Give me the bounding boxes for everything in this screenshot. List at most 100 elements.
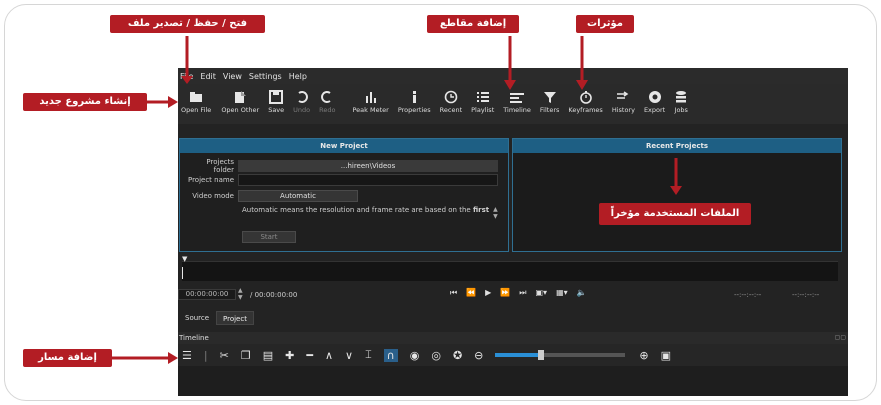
tab-source[interactable]: Source [180,311,214,325]
filters-label: Filters [539,106,560,114]
timecode-input[interactable]: 00:00:00:00 [178,289,236,300]
fast-forward-icon[interactable]: ⏩ [500,288,510,298]
grid-icon[interactable]: ▦▾ [556,288,568,298]
in-point-text: --:--:--:-- [734,291,762,299]
open-other-button[interactable]: Open Other [221,88,259,114]
keyframes-label: Keyframes [568,106,603,114]
video-mode-select[interactable]: Automatic [238,190,358,202]
peak-meter-label: Peak Meter [352,106,389,114]
jobs-button[interactable]: Jobs [674,88,688,114]
out-point-text: --:--:--:-- [792,291,820,299]
history-button[interactable]: History [612,88,635,114]
skip-end-icon[interactable]: ⏭ [519,288,526,298]
jobs-label: Jobs [674,106,688,114]
list-icon [476,88,490,106]
timeline-tracks-area[interactable] [178,366,848,396]
recent-projects-panel: Recent Projects [512,138,842,252]
playhead-marker-icon[interactable]: ▼ [182,255,187,263]
cut-icon[interactable]: ✂ [220,349,229,362]
player-tabs: Source Project [178,309,848,327]
skip-start-icon[interactable]: ⏮ [450,288,457,298]
paste-icon[interactable]: ▤ [263,349,273,362]
save-button[interactable]: Save [268,88,284,114]
transport-bar: 00:00:00:00 ▲ ▼ / 00:00:00:00 ⏮ ⏪ ▶ ⏩ ⏭ ▣… [178,284,848,306]
remove-icon[interactable]: ━ [306,349,313,362]
dock-buttons-icon[interactable]: ▢▢ [835,332,846,344]
timeline-title: Timeline [179,334,209,342]
timeline-icon [509,88,525,106]
overwrite-icon[interactable]: ∨ [345,349,353,362]
open-other-icon [233,88,247,106]
properties-label: Properties [397,106,431,114]
open-file-button[interactable]: Open File [181,88,211,114]
timeline-label: Timeline [503,106,531,114]
menu-file[interactable]: File [180,72,193,81]
copy-icon[interactable]: ❐ [241,349,251,362]
filters-button[interactable]: Filters [540,88,559,114]
projects-folder-label: Projects folder [206,158,234,174]
lift-icon[interactable]: ∧ [325,349,333,362]
redo-icon [320,88,334,106]
playlist-button[interactable]: Playlist [471,88,494,114]
zoom-out-icon[interactable]: ⊖ [474,349,483,362]
export-button[interactable]: Export [644,88,665,114]
recent-button[interactable]: Recent [440,88,462,114]
callout-filters: مؤثرات [576,15,634,33]
split-icon[interactable]: ⌶ [365,348,372,362]
snap-icon[interactable]: ∩ [383,348,398,362]
timeline-button[interactable]: Timeline [503,88,531,114]
peak-meter-button[interactable]: Peak Meter [352,88,389,114]
ripple-icon[interactable]: ◎ [431,349,441,362]
menu-settings[interactable]: Settings [249,72,282,81]
append-icon[interactable]: ✚ [285,349,294,362]
new-project-title: New Project [180,139,508,153]
menu-bar: File Edit View Settings Help [178,68,848,84]
start-button[interactable]: Start [242,231,296,243]
project-name-input[interactable] [238,174,498,186]
jobs-icon [674,88,688,106]
zoom-in-icon[interactable]: ⊕ [639,349,648,362]
open-file-label: Open File [181,106,212,114]
callout-add-clips: إضافة مقاطع [427,15,519,33]
peak-meter-icon [364,88,378,106]
keyframes-button[interactable]: Keyframes [568,88,603,114]
redo-button[interactable]: Redo [319,88,335,114]
history-label: History [611,106,635,114]
zoom-fit-icon[interactable]: ▣ [661,349,671,362]
new-project-panel: New Project Projects folder ...hireen\Vi… [179,138,509,252]
export-icon [648,88,662,106]
timecode-spin-icon[interactable]: ▲ ▼ [238,287,243,301]
zoom-slider-handle[interactable] [538,350,545,360]
save-icon [269,88,284,106]
zoom-slider[interactable] [495,350,626,360]
menu-view[interactable]: View [223,72,242,81]
history-icon [616,88,630,106]
callout-new-project: إنشاء مشروع جديد [23,93,147,111]
properties-button[interactable]: Properties [398,88,431,114]
filter-icon [543,88,557,106]
recent-projects-title: Recent Projects [513,139,841,153]
rewind-icon[interactable]: ⏪ [466,288,476,298]
help-scroll-icon[interactable]: ▲ ▼ [493,206,498,220]
volume-icon[interactable]: 🔈 [577,288,587,298]
menu-help[interactable]: Help [289,72,307,81]
menu-edit[interactable]: Edit [200,72,216,81]
clock-icon [444,88,458,106]
play-icon[interactable]: ▶ [485,288,491,298]
undo-icon [295,88,309,106]
redo-label: Redo [319,106,336,114]
ripple-all-icon[interactable]: ✪ [453,349,462,362]
projects-folder-button[interactable]: ...hireen\Videos [238,160,498,172]
tab-project[interactable]: Project [216,311,254,325]
timeline-toolbar: ☰ | ✂ ❐ ▤ ✚ ━ ∧ ∨ ⌶ ∩ ◉ ◎ ✪ ⊖ ⊕ ▣ [178,344,848,366]
recent-label: Recent [439,106,463,114]
folder-icon [189,88,203,106]
playlist-label: Playlist [471,106,495,114]
video-mode-label: Video mode [192,192,234,200]
undo-button[interactable]: Undo [293,88,310,114]
timeline-menu-icon[interactable]: ☰ [182,349,192,362]
info-icon [407,88,421,106]
player-scrubber[interactable]: ▼ [182,255,838,281]
scrub-icon[interactable]: ◉ [410,349,420,362]
toggle-zoom-icon[interactable]: ▣▾ [536,288,548,298]
